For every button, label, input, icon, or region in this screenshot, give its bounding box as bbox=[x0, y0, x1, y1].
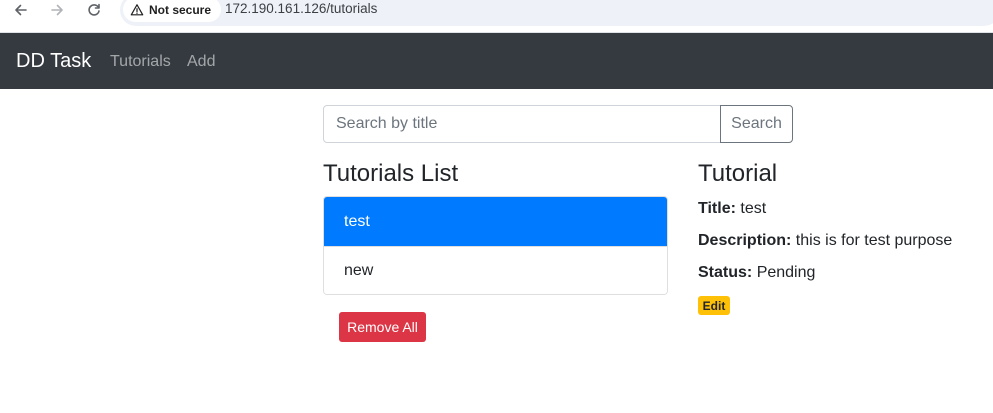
tutorials-list: test new bbox=[323, 196, 668, 295]
detail-title-row: Title: test bbox=[698, 200, 766, 218]
forward-button[interactable] bbox=[46, 0, 68, 20]
security-indicator[interactable]: Not secure bbox=[123, 0, 222, 22]
warning-triangle-icon bbox=[130, 3, 144, 15]
arrow-left-icon bbox=[15, 4, 27, 16]
search-input[interactable] bbox=[323, 105, 721, 143]
browser-toolbar: Not secure 172.190.161.126/tutorials bbox=[0, 0, 993, 33]
detail-status-row: Status: Pending bbox=[698, 264, 815, 282]
detail-description-label: Description: bbox=[698, 232, 792, 249]
app-navbar: DD Task Tutorials Add bbox=[0, 33, 993, 89]
list-item[interactable]: new bbox=[324, 246, 667, 294]
tutorial-detail-heading: Tutorial bbox=[698, 160, 778, 187]
nav-link-add[interactable]: Add bbox=[187, 53, 215, 71]
reload-icon bbox=[88, 3, 100, 16]
detail-status-label: Status: bbox=[698, 264, 753, 281]
back-button[interactable] bbox=[10, 0, 32, 20]
list-item[interactable]: test bbox=[324, 197, 667, 246]
edit-button[interactable]: Edit bbox=[698, 296, 730, 315]
security-label: Not secure bbox=[149, 2, 212, 17]
detail-title-value: test bbox=[740, 200, 767, 217]
detail-status-value: Pending bbox=[756, 264, 816, 281]
navbar-brand[interactable]: DD Task bbox=[16, 50, 91, 73]
search-button[interactable]: Search bbox=[720, 105, 793, 143]
tutorials-list-heading: Tutorials List bbox=[323, 160, 459, 187]
url-text[interactable]: 172.190.161.126/tutorials bbox=[225, 1, 377, 16]
detail-description-row: Description: this is for test purpose bbox=[698, 232, 952, 250]
nav-link-tutorials[interactable]: Tutorials bbox=[110, 53, 171, 71]
arrow-right-icon bbox=[51, 4, 63, 16]
reload-button[interactable] bbox=[83, 0, 105, 20]
detail-title-label: Title: bbox=[698, 200, 736, 217]
detail-description-value: this is for test purpose bbox=[795, 232, 953, 249]
remove-all-button[interactable]: Remove All bbox=[339, 312, 426, 342]
